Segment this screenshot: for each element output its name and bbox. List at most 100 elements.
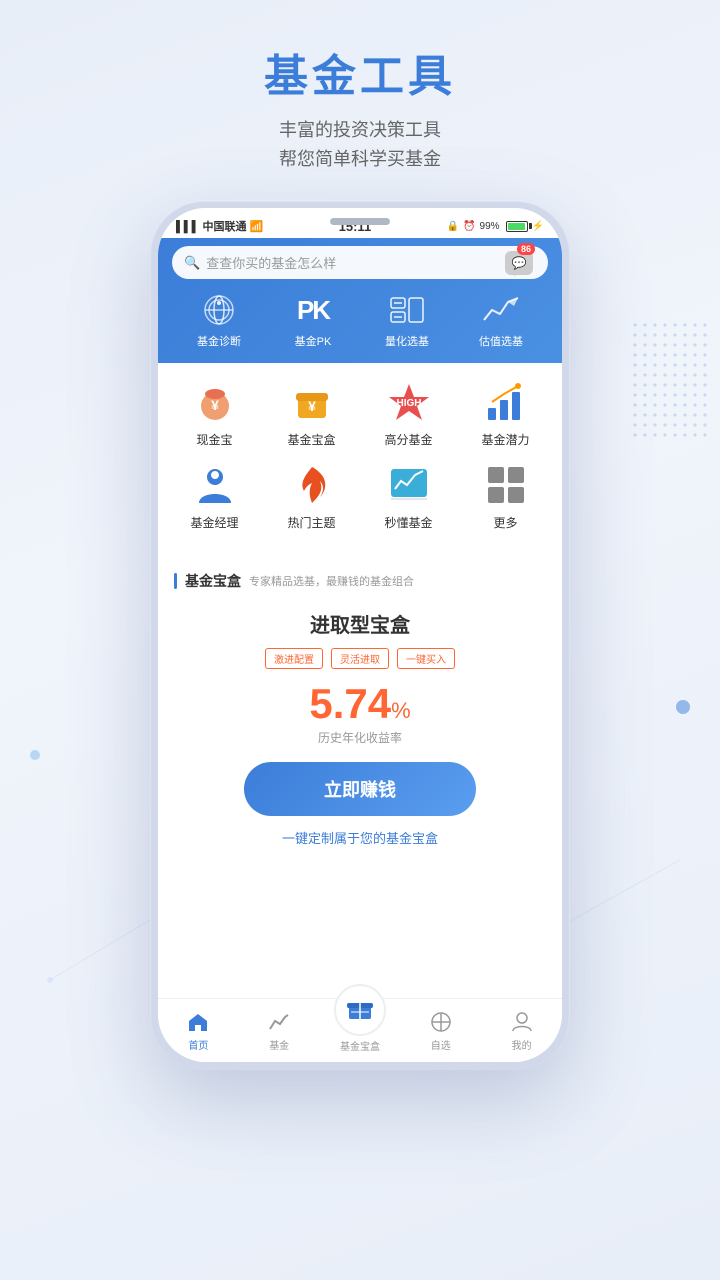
tool-label-cash: 现金宝	[196, 431, 232, 448]
charging-icon: ⚡	[532, 221, 544, 232]
svg-text:¥: ¥	[211, 397, 219, 413]
tab-fund-box[interactable]: 基金宝盒	[320, 984, 401, 1053]
message-count: 86	[517, 243, 535, 255]
tools-row-2: 基金经理 热门主题	[166, 462, 554, 531]
tool-quick-fund[interactable]: 秒懂基金	[369, 462, 449, 531]
bg-dots-decoration	[630, 320, 710, 440]
phone-screen: ▌▌▌ 中国联通 📶 15:11 🔒 ⏰ 99% ⚡	[158, 208, 562, 1062]
fund-pk-icon: PK	[297, 295, 329, 326]
tool-hot-theme[interactable]: 热门主题	[272, 462, 352, 531]
search-placeholder: 查查你买的基金怎么样	[206, 253, 536, 272]
nav-label-valuation: 估值选基	[479, 333, 523, 349]
tab-bar: 首页 基金	[158, 998, 562, 1062]
page-title: 基金工具	[0, 40, 720, 104]
deco-circle-2	[30, 750, 40, 760]
yield-number: 5.74	[309, 680, 391, 727]
tag-3: 一键买入	[397, 648, 455, 669]
message-bubble-icon: 💬 86	[505, 251, 533, 275]
nav-label-quantitative: 量化选基	[385, 333, 429, 349]
tool-label-manager: 基金经理	[190, 514, 238, 531]
deco-circle-1	[676, 700, 690, 714]
search-icon: 🔍	[184, 255, 200, 271]
alarm-icon: ⏰	[463, 221, 475, 232]
tag-2: 灵活进取	[331, 648, 389, 669]
tool-label-fundbox: 基金宝盒	[287, 431, 335, 448]
cash-treasure-icon: ¥	[192, 379, 238, 425]
hot-theme-icon	[289, 462, 335, 508]
tool-fund-potential[interactable]: 基金潜力	[466, 379, 546, 448]
tab-watchlist-icon	[428, 1009, 454, 1035]
tool-fund-box[interactable]: ¥ 基金宝盒	[272, 379, 352, 448]
lock-icon: 🔒	[447, 221, 459, 232]
section-title: 基金宝盒	[185, 571, 241, 591]
tools-grid: ¥ 现金宝 ¥ 基	[158, 363, 562, 561]
custom-link[interactable]: 一键定制属于您的基金宝盒	[178, 828, 542, 847]
valuation-icon-box	[479, 291, 523, 329]
card-area: 进取型宝盒 激进配置 灵活进取 一键买入 5.74% 历史年化收益率 立即赚钱 …	[158, 597, 562, 863]
nav-label-fund-diagnosis: 基金诊断	[197, 333, 241, 349]
fund-box-icon: ¥	[289, 379, 335, 425]
app-header: 🔍 查查你买的基金怎么样 💬 86	[158, 238, 562, 363]
svg-text:HIGH: HIGH	[396, 398, 421, 409]
tag-1: 激进配置	[265, 648, 323, 669]
battery-percent: 99%	[480, 221, 500, 232]
nav-item-quantitative[interactable]: 量化选基	[360, 291, 454, 349]
tab-home-label: 首页	[188, 1037, 208, 1052]
quantitative-icon-box	[385, 291, 429, 329]
tools-row-1: ¥ 现金宝 ¥ 基	[166, 379, 554, 448]
valuation-icon	[482, 294, 520, 326]
nav-item-fund-pk[interactable]: PK 基金PK	[266, 291, 360, 349]
tool-cash-treasure[interactable]: ¥ 现金宝	[175, 379, 255, 448]
nav-item-fund-diagnosis[interactable]: 基金诊断	[172, 291, 266, 349]
nav-icons: 基金诊断 PK 基金PK	[172, 291, 548, 349]
subtitle-line1: 丰富的投资决策工具	[0, 116, 720, 145]
section-header: 基金宝盒 专家精品选基，最赚钱的基金组合	[158, 561, 562, 597]
nav-label-fund-pk: 基金PK	[295, 333, 332, 349]
tab-mine-icon	[509, 1009, 535, 1035]
tab-fund-label: 基金	[269, 1037, 289, 1052]
status-right: 🔒 ⏰ 99% ⚡	[447, 221, 544, 232]
phone-mockup: ▌▌▌ 中国联通 📶 15:11 🔒 ⏰ 99% ⚡	[150, 200, 570, 1070]
signal-bars: ▌▌▌	[176, 221, 199, 233]
message-badge[interactable]: 💬 86	[502, 248, 536, 278]
fund-manager-icon	[192, 462, 238, 508]
tab-watchlist-label: 自选	[431, 1037, 451, 1052]
nav-item-valuation[interactable]: 估值选基	[454, 291, 548, 349]
yield-label: 历史年化收益率	[178, 729, 542, 746]
page-subtitle: 丰富的投资决策工具 帮您简单科学买基金	[0, 116, 720, 174]
fund-pk-icon-box: PK	[291, 291, 335, 329]
quantitative-icon	[389, 294, 425, 326]
tab-center-circle	[334, 984, 386, 1036]
phone-speaker	[330, 218, 390, 225]
earn-button[interactable]: 立即赚钱	[244, 762, 476, 816]
tool-high-score[interactable]: HIGH 高分基金	[369, 379, 449, 448]
fund-diagnosis-icon-box	[197, 291, 241, 329]
wifi-icon: 📶	[250, 221, 264, 233]
search-bar[interactable]: 🔍 查查你买的基金怎么样 💬 86	[172, 246, 548, 279]
battery-fill	[508, 223, 525, 230]
svg-text:¥: ¥	[308, 398, 316, 414]
more-icon	[483, 462, 529, 508]
high-score-icon: HIGH	[386, 379, 432, 425]
tab-fund[interactable]: 基金	[239, 1009, 320, 1052]
tags-row: 激进配置 灵活进取 一键买入	[178, 648, 542, 669]
tab-home[interactable]: 首页	[158, 1009, 239, 1052]
fund-potential-icon	[483, 379, 529, 425]
tool-fund-manager[interactable]: 基金经理	[175, 462, 255, 531]
card-title: 进取型宝盒	[178, 609, 542, 638]
tab-mine-label: 我的	[512, 1037, 532, 1052]
subtitle-line2: 帮您简单科学买基金	[0, 145, 720, 174]
tool-label-hot: 热门主题	[287, 514, 335, 531]
section-bar-decoration	[174, 573, 177, 589]
tab-fundbox-label: 基金宝盒	[340, 1038, 380, 1053]
tab-mine[interactable]: 我的	[481, 1009, 562, 1052]
carrier-name: 中国联通	[202, 221, 246, 233]
page-header: 基金工具 丰富的投资决策工具 帮您简单科学买基金	[0, 0, 720, 194]
phone-outer: ▌▌▌ 中国联通 📶 15:11 🔒 ⏰ 99% ⚡	[150, 200, 570, 1070]
tool-label-highscore: 高分基金	[384, 431, 432, 448]
tool-label-more: 更多	[493, 514, 517, 531]
tool-more[interactable]: 更多	[466, 462, 546, 531]
tab-watchlist[interactable]: 自选	[400, 1009, 481, 1052]
yield-percent: %	[391, 698, 411, 723]
battery-icon	[506, 221, 528, 232]
